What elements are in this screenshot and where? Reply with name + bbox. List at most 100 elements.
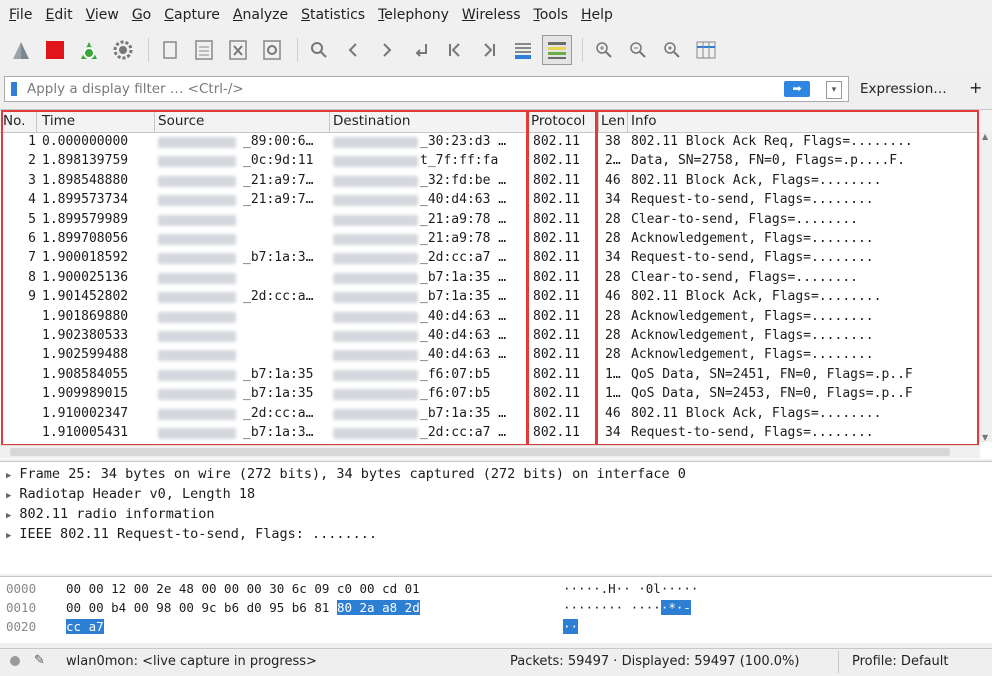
detail-row[interactable]: ▶ Frame 25: 34 bytes on wire (272 bits), …	[6, 466, 686, 482]
menu-statistics[interactable]: Statistics	[301, 7, 365, 23]
packet-row[interactable]: 5 1.899579989 _21:a9:78 … 802.11 28 Clear-to-…	[0, 211, 980, 230]
expand-triangle-icon[interactable]: ▶	[6, 511, 11, 521]
column-time[interactable]: Time	[42, 113, 75, 129]
scroll-thumb[interactable]	[10, 448, 950, 456]
first-packet-icon[interactable]	[440, 35, 470, 65]
packet-list-header: No. Time Source Destination Protocol Len…	[0, 110, 992, 133]
column-divider[interactable]	[528, 110, 529, 132]
detail-row[interactable]: ▶ Radiotap Header v0, Length 18	[6, 486, 255, 502]
packet-row[interactable]: 1.910002347 _2d:cc:a… _b7:1a:35 … 802.11 46 8…	[0, 405, 980, 424]
column-destination[interactable]: Destination	[333, 113, 410, 129]
forward-arrow-icon[interactable]	[372, 35, 402, 65]
expand-triangle-icon[interactable]: ▶	[6, 531, 11, 541]
packet-row[interactable]: 2 1.898139759 _0c:9d:11 t_7f:ff:fa 802.11 2… D…	[0, 152, 980, 171]
zoom-in-icon[interactable]	[589, 35, 619, 65]
toolbar-separator	[297, 38, 298, 62]
expert-info-icon[interactable]	[10, 656, 20, 666]
detail-row[interactable]: ▶ IEEE 802.11 Request-to-send, Flags: ...…	[6, 526, 377, 542]
detail-radio-info: 802.11 radio information	[19, 506, 215, 522]
packet-length: 28	[605, 308, 621, 324]
menu-analyze[interactable]: Analyze	[233, 7, 288, 23]
restart-capture-icon[interactable]	[74, 35, 104, 65]
packet-row[interactable]: 6 1.899708056 _21:a9:78 … 802.11 28 Acknowled…	[0, 230, 980, 249]
horizontal-scrollbar[interactable]	[0, 445, 980, 458]
packet-row[interactable]: 8 1.900025136 _b7:1a:35 … 802.11 28 Clear-to-…	[0, 269, 980, 288]
menu-view[interactable]: View	[86, 7, 119, 23]
reload-icon[interactable]	[257, 35, 287, 65]
packet-info: Clear-to-send, Flags=........	[631, 269, 858, 285]
expand-triangle-icon[interactable]: ▶	[6, 471, 11, 481]
save-file-icon[interactable]	[189, 35, 219, 65]
expression-button[interactable]: Expression…	[860, 81, 947, 97]
back-arrow-icon[interactable]	[338, 35, 368, 65]
profile-label[interactable]: Profile: Default	[852, 654, 948, 669]
zoom-normal-icon[interactable]	[657, 35, 687, 65]
shark-fin-start-icon[interactable]	[6, 35, 36, 65]
packet-list[interactable]: No. Time Source Destination Protocol Len…	[0, 109, 992, 459]
column-divider[interactable]	[598, 110, 599, 132]
goto-packet-icon[interactable]	[406, 35, 436, 65]
find-icon[interactable]	[304, 35, 334, 65]
zoom-out-icon[interactable]	[623, 35, 653, 65]
packet-row[interactable]: 1.902380533 _40:d4:63 … 802.11 28 Acknowledg…	[0, 327, 980, 346]
packet-row[interactable]: 1.908584055 _b7:1a:35 _f6:07:b5 802.11 1… QoS…	[0, 366, 980, 385]
packet-row[interactable]: 1.909989015 _b7:1a:35 _f6:07:b5 802.11 1… QoS…	[0, 385, 980, 404]
packet-row[interactable]: 1.902599488 _40:d4:63 … 802.11 28 Acknowledg…	[0, 346, 980, 365]
toolbar-separator	[148, 38, 149, 62]
packet-row[interactable]: 7 1.900018592 _b7:1a:3… _2d:cc:a7 … 802.11 34…	[0, 249, 980, 268]
column-no[interactable]: No.	[3, 113, 25, 129]
chevron-down-icon[interactable]: ▾	[826, 81, 842, 99]
menu-telephony[interactable]: Telephony	[378, 7, 449, 23]
packet-row[interactable]: 9 1.901452802 _2d:cc:a… _b7:1a:35 … 802.11 46…	[0, 288, 980, 307]
open-file-icon[interactable]	[155, 35, 185, 65]
column-divider[interactable]	[329, 110, 330, 132]
column-info[interactable]: Info	[631, 113, 657, 129]
capture-comment-icon[interactable]: ✎	[34, 653, 45, 668]
column-divider[interactable]	[36, 110, 37, 132]
packet-time: 1.910005431	[42, 425, 129, 440]
packet-row[interactable]: 1 0.000000000 _89:00:6… _30:23:d3 … 802.11 38…	[0, 133, 980, 152]
column-source[interactable]: Source	[158, 113, 204, 129]
menu-edit[interactable]: Edit	[45, 7, 72, 23]
column-length[interactable]: Len	[601, 113, 625, 129]
column-divider[interactable]	[627, 110, 628, 132]
packet-row[interactable]: 4 1.899573734 _21:a9:7… _40:d4:63 … 802.11 34…	[0, 191, 980, 210]
scroll-down-icon[interactable]: ▼	[982, 433, 988, 442]
packet-info: 802.11 Block Ack Req, Flags=........	[631, 134, 913, 149]
vertical-scrollbar[interactable]: ▲ ▼	[979, 132, 992, 442]
redacted-destination-vendor	[333, 175, 418, 187]
gear-options-icon[interactable]	[108, 35, 138, 65]
redacted-source-vendor	[158, 389, 236, 401]
apply-filter-arrow-icon[interactable]: ➡	[784, 81, 810, 97]
menu-capture[interactable]: Capture	[164, 7, 220, 23]
display-filter-input[interactable]: Apply a display filter … <Ctrl-/> ➡ ▾	[4, 76, 849, 102]
menu-help[interactable]: Help	[581, 7, 613, 23]
menu-tools[interactable]: Tools	[534, 7, 569, 23]
packet-no: 3	[28, 172, 36, 188]
packet-protocol: 802.11	[533, 153, 580, 169]
column-protocol[interactable]: Protocol	[531, 113, 585, 129]
last-packet-icon[interactable]	[474, 35, 504, 65]
menu-go[interactable]: Go	[132, 7, 151, 23]
packet-row[interactable]: 3 1.898548880 _21:a9:7… _32:fd:be … 802.11 46…	[0, 172, 980, 191]
resize-columns-icon[interactable]	[691, 35, 721, 65]
autoscroll-icon[interactable]	[508, 35, 538, 65]
filter-placeholder: Apply a display filter … <Ctrl-/>	[27, 81, 244, 97]
stop-square-icon[interactable]	[40, 35, 70, 65]
scroll-up-icon[interactable]: ▲	[982, 132, 988, 141]
menu-wireless[interactable]: Wireless	[462, 7, 521, 23]
packet-info: 802.11 Block Ack, Flags=........	[631, 405, 882, 421]
column-divider[interactable]	[154, 110, 155, 132]
colorize-icon[interactable]	[542, 35, 572, 65]
bookmark-icon[interactable]	[11, 82, 17, 96]
close-file-icon[interactable]	[223, 35, 253, 65]
detail-row[interactable]: ▶ 802.11 radio information	[6, 506, 215, 522]
packet-row[interactable]: 1.901869880 _40:d4:63 … 802.11 28 Acknowledg…	[0, 308, 980, 327]
packet-row[interactable]: 1.910005431 _b7:1a:3… _2d:cc:a7 … 802.11 34 R…	[0, 424, 980, 443]
menu-file[interactable]: File	[9, 7, 32, 23]
redacted-source-vendor	[158, 272, 236, 284]
add-filter-button[interactable]: +	[969, 78, 982, 97]
packet-info: Data, SN=2758, FN=0, Flags=.p....F.	[631, 153, 905, 169]
expand-triangle-icon[interactable]: ▶	[6, 491, 11, 501]
redacted-destination-vendor	[333, 156, 418, 168]
